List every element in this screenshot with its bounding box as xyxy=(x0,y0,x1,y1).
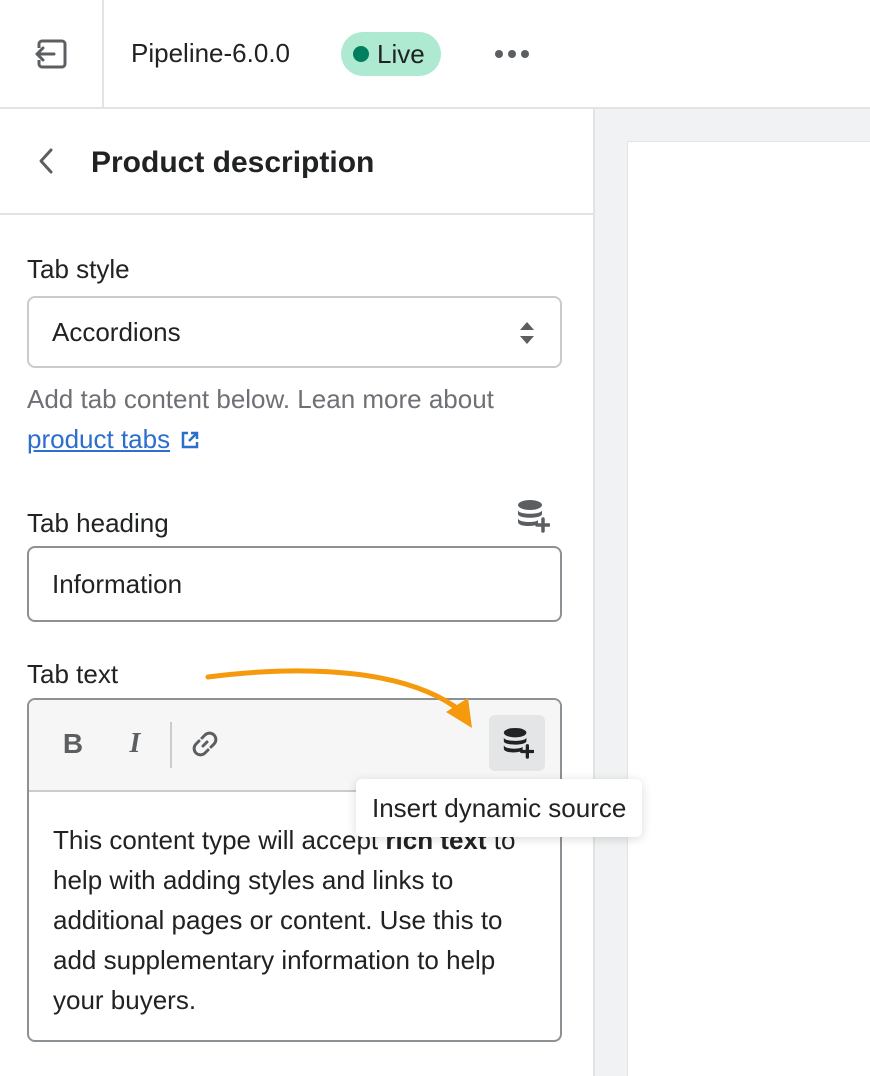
back-button[interactable] xyxy=(30,145,62,177)
editor-content[interactable]: This content type will accept rich text … xyxy=(53,820,533,1020)
rich-text-editor: B I This content type will accept rich t… xyxy=(27,698,562,1042)
database-plus-icon xyxy=(503,727,534,759)
editor-text-part: This content type will accept xyxy=(53,825,386,855)
tab-heading-input[interactable]: Information xyxy=(27,546,562,622)
more-horizontal-icon xyxy=(495,50,529,58)
italic-button[interactable]: I xyxy=(115,724,155,764)
preview-area xyxy=(595,109,870,1076)
panel-title: Product description xyxy=(91,146,375,179)
panel-header: Product description xyxy=(0,109,593,215)
status-badge-label: Live xyxy=(377,38,425,69)
tab-text-label: Tab text xyxy=(27,659,119,689)
top-bar: Pipeline-6.0.0 Live xyxy=(0,0,870,109)
preview-frame xyxy=(627,141,870,1076)
theme-name: Pipeline-6.0.0 xyxy=(131,38,290,68)
tooltip: Insert dynamic source xyxy=(356,779,643,837)
insert-dynamic-source-button[interactable] xyxy=(489,715,545,771)
tab-style-select[interactable]: Accordions xyxy=(27,296,562,368)
tab-style-value: Accordions xyxy=(52,316,181,347)
help-text: Add tab content below. Lean more about p… xyxy=(27,379,567,459)
database-plus-icon xyxy=(518,500,550,533)
external-link-icon xyxy=(181,431,199,449)
chevron-left-icon xyxy=(39,148,53,174)
help-text-content: Add tab content below. Lean more about xyxy=(27,384,494,414)
live-dot-icon xyxy=(353,46,369,62)
tab-style-label: Tab style xyxy=(27,254,130,284)
product-tabs-link[interactable]: product tabs xyxy=(27,424,170,454)
heading-insert-dynamic-source-button[interactable] xyxy=(512,496,552,536)
exit-button[interactable] xyxy=(0,0,104,108)
tab-heading-label: Tab heading xyxy=(27,508,169,538)
more-actions-button[interactable] xyxy=(490,38,534,70)
toolbar-divider xyxy=(170,722,172,768)
exit-icon xyxy=(35,39,67,69)
annotation-arrow-icon xyxy=(205,668,472,728)
select-arrows-icon xyxy=(520,322,534,344)
settings-sidebar: Product description Tab style Accordions… xyxy=(0,109,595,1076)
status-badge: Live xyxy=(341,32,441,76)
bold-button[interactable]: B xyxy=(53,724,93,764)
